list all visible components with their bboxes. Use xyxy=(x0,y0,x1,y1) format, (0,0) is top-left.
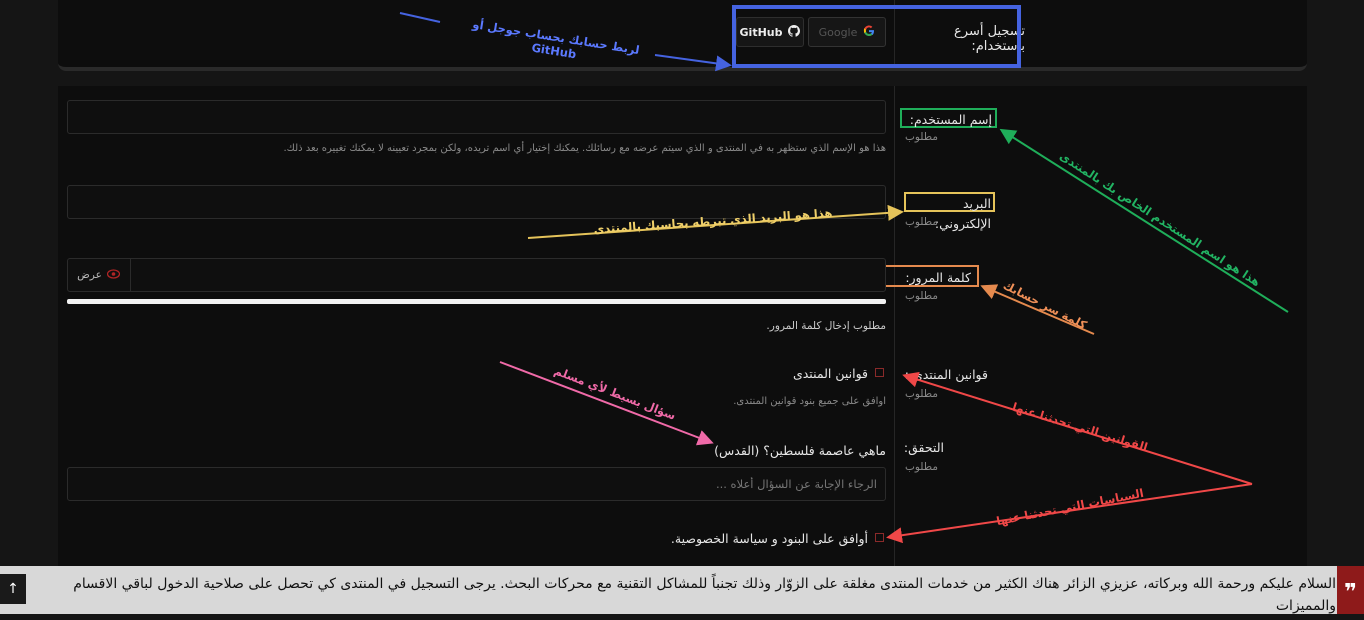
show-password-label: عرض xyxy=(77,269,102,281)
rules-label: قوانين المنتدى : xyxy=(904,367,988,382)
verification-question: ماهي عاصمة فلسطين؟ (القدس) xyxy=(714,443,886,458)
rules-checkbox-label[interactable]: قوانين المنتدى xyxy=(700,366,868,381)
show-password-button[interactable]: عرض xyxy=(67,258,131,292)
password-strength-bar xyxy=(67,299,886,304)
quote-icon: ❞ xyxy=(1337,566,1364,614)
rules-checkbox[interactable] xyxy=(875,368,884,377)
quick-signup-panel xyxy=(58,0,1307,71)
password-input[interactable] xyxy=(67,258,886,292)
username-input[interactable] xyxy=(67,100,886,134)
verification-answer-input[interactable] xyxy=(67,467,886,501)
rules-required: مطلوب xyxy=(904,388,938,400)
verification-label: التحقق: xyxy=(903,440,944,455)
email-required: مطلوب xyxy=(904,216,938,228)
username-hint: هذا هو الإسم الذي ستظهر به في المنتدى و … xyxy=(283,143,886,154)
username-label: إسم المستخدم: xyxy=(900,108,997,128)
oauth-highlight-box xyxy=(732,5,1021,68)
password-required: مطلوب xyxy=(904,290,938,302)
scroll-top-button[interactable]: ↑ xyxy=(0,574,26,604)
username-required: مطلوب xyxy=(904,131,938,143)
password-hint: مطلوب إدخال كلمة المرور. xyxy=(766,320,886,332)
password-label: كلمة المرور: xyxy=(882,265,979,287)
email-label: البريد الإلكتروني: xyxy=(904,192,995,231)
terms-checkbox-label[interactable]: أوافق على البنود و سياسة الخصوصية. xyxy=(560,531,868,546)
arrow-up-icon: ↑ xyxy=(7,581,19,597)
verification-required: مطلوب xyxy=(904,461,938,473)
terms-checkbox[interactable] xyxy=(875,533,884,542)
form-divider xyxy=(894,86,895,566)
guest-notice-text: السلام عليكم ورحمة الله وبركاته، عزيزي ا… xyxy=(73,576,1336,614)
eye-icon xyxy=(106,268,121,282)
